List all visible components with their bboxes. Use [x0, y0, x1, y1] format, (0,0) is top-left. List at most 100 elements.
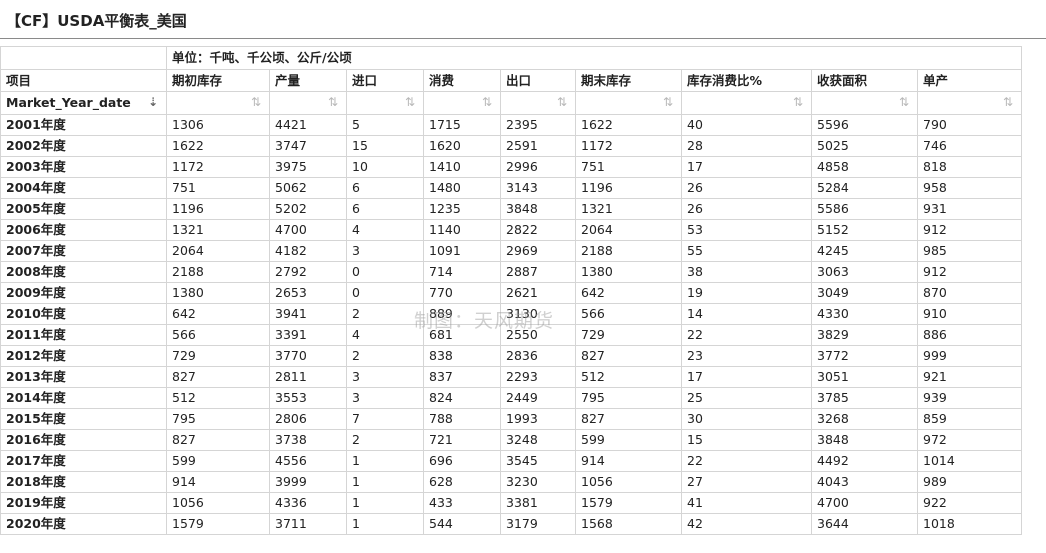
table-cell: 4: [346, 219, 424, 241]
table-cell: 1715: [423, 114, 501, 136]
table-row: 2014年度 512 3553 3 824 2449 795 25 3785 939: [0, 387, 1022, 409]
table-cell: 5062: [269, 177, 347, 199]
table-cell: 2836: [500, 345, 576, 367]
table-row: 2005年度 1196 5202 6 1235 3848 1321 26 5586 931: [0, 198, 1022, 220]
sort-toggle-icon[interactable]: ⇅: [897, 95, 911, 109]
sort-toggle-icon[interactable]: ⇅: [555, 95, 569, 109]
table-cell: 7: [346, 408, 424, 430]
table-cell: 3770: [269, 345, 347, 367]
sort-toggle-icon[interactable]: ⇅: [661, 95, 675, 109]
table-cell: 55: [681, 240, 812, 262]
table-cell: 922: [917, 492, 1022, 514]
table-cell: 1620: [423, 135, 501, 157]
table-row: 2002年度 1622 3747 15 1620 2591 1172 28 5025 746: [0, 135, 1022, 157]
row-label: 2001年度: [0, 114, 167, 136]
sort-toggle-icon[interactable]: ⇅: [326, 95, 340, 109]
sort-cell: ⇅: [166, 91, 270, 115]
column-header[interactable]: 库存消费比%: [681, 69, 812, 92]
table-cell: 3230: [500, 471, 576, 493]
table-cell: 3143: [500, 177, 576, 199]
table-cell: 1196: [575, 177, 682, 199]
table-cell: 4556: [269, 450, 347, 472]
table-cell: 6: [346, 198, 424, 220]
table-cell: 2064: [166, 240, 270, 262]
table-cell: 914: [575, 450, 682, 472]
column-header[interactable]: 产量: [269, 69, 347, 92]
table-cell: 2550: [500, 324, 576, 346]
sort-descending-icon[interactable]: ⇣: [146, 95, 160, 109]
table-cell: 1993: [500, 408, 576, 430]
column-header[interactable]: 收获面积: [811, 69, 918, 92]
table-cell: 3: [346, 240, 424, 262]
column-header[interactable]: 进口: [346, 69, 424, 92]
table-cell: 3848: [500, 198, 576, 220]
row-label: 2019年度: [0, 492, 167, 514]
table-cell: 3941: [269, 303, 347, 325]
column-header[interactable]: 项目: [0, 69, 167, 92]
sort-toggle-icon[interactable]: ⇅: [791, 95, 805, 109]
table-cell: 1235: [423, 198, 501, 220]
column-header[interactable]: 期初库存: [166, 69, 270, 92]
table-row: 2017年度 599 4556 1 696 3545 914 22 4492 1014: [0, 450, 1022, 472]
table-cell: 2887: [500, 261, 576, 283]
table-cell: 751: [166, 177, 270, 199]
sort-field-cell: Market_Year_date ⇣: [0, 91, 167, 115]
table-cell: 788: [423, 408, 501, 430]
unit-row: 单位：千吨、千公顷、公斤/公顷: [0, 46, 1022, 70]
table-cell: 746: [917, 135, 1022, 157]
row-label: 2013年度: [0, 366, 167, 388]
table-cell: 25: [681, 387, 812, 409]
sort-toggle-icon[interactable]: ⇅: [480, 95, 494, 109]
sort-cell: ⇅: [681, 91, 812, 115]
sort-row: Market_Year_date ⇣ ⇅ ⇅ ⇅ ⇅ ⇅ ⇅ ⇅ ⇅ ⇅: [0, 91, 1022, 115]
table-cell: 729: [166, 345, 270, 367]
sort-toggle-icon[interactable]: ⇅: [249, 95, 263, 109]
table-cell: 566: [575, 303, 682, 325]
table-cell: 958: [917, 177, 1022, 199]
table-cell: 642: [575, 282, 682, 304]
table-cell: 3545: [500, 450, 576, 472]
table-cell: 696: [423, 450, 501, 472]
table-cell: 985: [917, 240, 1022, 262]
table-cell: 2806: [269, 408, 347, 430]
table-cell: 1622: [575, 114, 682, 136]
table-row: 2006年度 1321 4700 4 1140 2822 2064 53 5152 912: [0, 219, 1022, 241]
table-cell: 4182: [269, 240, 347, 262]
column-header[interactable]: 出口: [500, 69, 576, 92]
table-cell: 3848: [811, 429, 918, 451]
table-cell: 4336: [269, 492, 347, 514]
table-cell: 4245: [811, 240, 918, 262]
sort-toggle-icon[interactable]: ⇅: [1001, 95, 1015, 109]
table-cell: 1172: [166, 156, 270, 178]
table-cell: 1480: [423, 177, 501, 199]
table-cell: 26: [681, 177, 812, 199]
column-header[interactable]: 消费: [423, 69, 501, 92]
table-cell: 599: [575, 429, 682, 451]
table-cell: 566: [166, 324, 270, 346]
table-cell: 931: [917, 198, 1022, 220]
table-cell: 1: [346, 471, 424, 493]
table-cell: 999: [917, 345, 1022, 367]
table-cell: 1321: [166, 219, 270, 241]
sort-toggle-icon[interactable]: ⇅: [403, 95, 417, 109]
row-label: 2007年度: [0, 240, 167, 262]
table-cell: 4: [346, 324, 424, 346]
sort-cell: ⇅: [575, 91, 682, 115]
sort-cell: ⇅: [811, 91, 918, 115]
table-cell: 26: [681, 198, 812, 220]
column-header[interactable]: 单产: [917, 69, 1022, 92]
table-row: 2015年度 795 2806 7 788 1993 827 30 3268 859: [0, 408, 1022, 430]
row-label: 2004年度: [0, 177, 167, 199]
table-cell: 14: [681, 303, 812, 325]
table-cell: 5284: [811, 177, 918, 199]
table-cell: 3130: [500, 303, 576, 325]
table-cell: 859: [917, 408, 1022, 430]
table-cell: 27: [681, 471, 812, 493]
table-cell: 3179: [500, 513, 576, 535]
table-cell: 41: [681, 492, 812, 514]
table-cell: 838: [423, 345, 501, 367]
column-header[interactable]: 期末库存: [575, 69, 682, 92]
table-row: 2009年度 1380 2653 0 770 2621 642 19 3049 870: [0, 282, 1022, 304]
table-cell: 1380: [575, 261, 682, 283]
table-cell: 4043: [811, 471, 918, 493]
